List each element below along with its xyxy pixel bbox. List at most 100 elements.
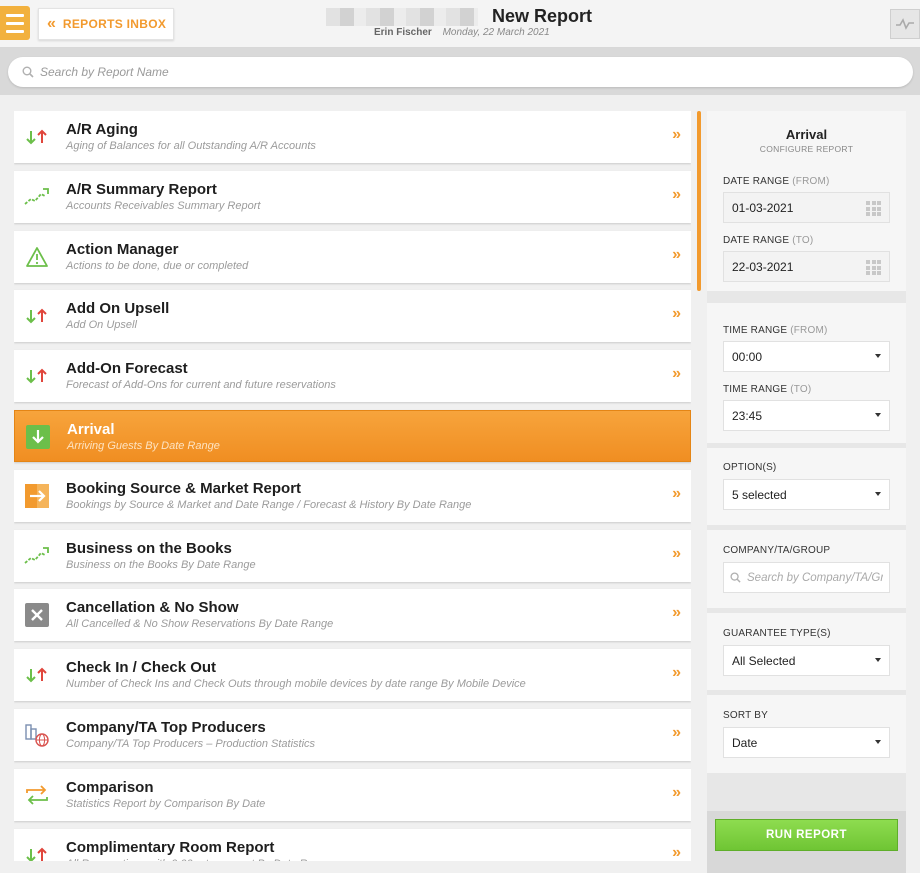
time-to-value: 23:45	[732, 408, 763, 423]
hamburger-menu-icon[interactable]	[0, 6, 30, 40]
config-title: Arrival	[785, 127, 828, 142]
time-to-select[interactable]: 23:45	[723, 400, 890, 431]
options-select[interactable]: 5 selected	[723, 479, 890, 510]
options-label: OPTION(S)	[723, 462, 777, 473]
report-description: Business on the Books By Date Range	[66, 558, 256, 571]
dropdown-caret-icon	[875, 492, 881, 496]
page-title: New Report	[492, 6, 593, 26]
time-to-label: TIME RANGE (TO)	[723, 384, 812, 395]
report-list-item[interactable]: Add-On Forecast Forecast of Add-Ons for c…	[14, 350, 691, 403]
report-list-item[interactable]: Complimentary Room Report All Reservation…	[14, 828, 691, 861]
report-search-bar[interactable]	[8, 57, 913, 87]
report-search-input[interactable]	[40, 65, 880, 79]
report-name: Company/TA Top Producers	[66, 719, 266, 736]
double-chevron-right-icon[interactable]: »	[672, 545, 681, 563]
double-chevron-right-icon[interactable]: »	[672, 126, 681, 144]
list-scrollbar[interactable]	[697, 111, 701, 291]
company-search-field[interactable]: Search by Company/TA/Group	[723, 562, 890, 593]
report-name: Action Manager	[66, 240, 179, 258]
date-from-field[interactable]: 01-03-2021	[723, 192, 890, 223]
double-chevron-right-icon[interactable]: »	[672, 664, 681, 682]
time-from-value: 00:00	[732, 349, 763, 364]
time-from-select[interactable]: 00:00	[723, 341, 890, 372]
cancel-x-icon	[24, 602, 50, 628]
report-list-item[interactable]: Add On Upsell Add On Upsell »	[14, 290, 691, 343]
date-to-label: DATE RANGE (TO)	[723, 235, 814, 246]
up-down-arrows-icon	[24, 363, 50, 389]
report-list-item[interactable]: Arrival Arriving Guests By Date Range	[14, 410, 691, 462]
report-description: Number of Check Ins and Check Outs throu…	[66, 678, 526, 691]
company-section: COMPANY/TA/GROUP Search by Company/TA/Gr…	[707, 530, 906, 608]
run-report-bar: RUN REPORT	[707, 811, 906, 873]
report-list-item[interactable]: Booking Source & Market Report Bookings b…	[14, 469, 691, 522]
guarantee-label: GUARANTEE TYPE(S)	[723, 628, 831, 639]
booking-source-icon	[24, 483, 50, 509]
report-list[interactable]: A/R Aging Aging of Balances for all Outst…	[14, 111, 691, 861]
report-list-item[interactable]: Company/TA Top Producers Company/TA Top P…	[14, 709, 691, 761]
double-chevron-right-icon[interactable]: »	[672, 485, 681, 503]
double-chevron-right-icon[interactable]: »	[672, 186, 681, 204]
report-description: Actions to be done, due or completed	[66, 259, 249, 272]
search-icon	[730, 572, 741, 583]
report-description: Arriving Guests By Date Range	[67, 440, 220, 452]
up-down-arrows-icon	[24, 303, 50, 329]
double-chevron-right-icon[interactable]: »	[672, 246, 681, 264]
guarantee-value: All Selected	[732, 653, 796, 668]
report-description: Statistics Report by Comparison By Date	[66, 797, 266, 810]
double-chevron-right-icon[interactable]: »	[672, 844, 681, 861]
report-name: A/R Aging	[66, 121, 138, 138]
report-name: Check In / Check Out	[66, 659, 217, 677]
report-list-item[interactable]: A/R Summary Report Accounts Receivables S…	[14, 170, 691, 223]
options-section: OPTION(S) 5 selected	[707, 448, 906, 525]
configure-report-panel: Arrival CONFIGURE REPORT DATE RANGE (FRO…	[707, 111, 906, 873]
date-to-field[interactable]: 22-03-2021	[723, 251, 890, 282]
double-chevron-right-icon[interactable]: »	[672, 604, 681, 622]
up-down-arrows-icon	[24, 662, 50, 688]
report-description: All Reservations with 0.00 rate amount B…	[66, 858, 332, 861]
calendar-grid-icon[interactable]	[866, 201, 881, 216]
user-name: Erin Fischer	[374, 27, 432, 38]
time-range-section: TIME RANGE (FROM) 00:00 TIME RANGE (TO) …	[707, 303, 906, 443]
report-description: Aging of Balances for all Outstanding A/…	[66, 140, 316, 152]
double-chevron-right-icon[interactable]: »	[672, 365, 681, 383]
up-down-arrows-icon	[24, 124, 50, 150]
trend-chart-icon	[24, 543, 50, 569]
content-area: A/R Aging Aging of Balances for all Outst…	[0, 95, 920, 873]
activity-pulse-icon[interactable]	[890, 9, 920, 39]
search-icon	[22, 66, 34, 78]
double-chevron-right-icon[interactable]: »	[672, 784, 681, 802]
double-chevron-right-icon[interactable]: »	[672, 305, 681, 323]
header-subline: Erin Fischer Monday, 22 March 2021	[374, 27, 550, 38]
report-list-item[interactable]: Business on the Books Business on the Boo…	[14, 529, 691, 582]
report-list-item[interactable]: Comparison Statistics Report by Compariso…	[14, 768, 691, 821]
double-chevron-right-icon[interactable]: »	[672, 724, 681, 742]
report-list-item[interactable]: A/R Aging Aging of Balances for all Outst…	[14, 111, 691, 163]
report-description: All Cancelled & No Show Reservations By …	[66, 618, 334, 631]
time-from-label: TIME RANGE (FROM)	[723, 325, 828, 336]
top-bar: « REPORTS INBOX New Report Erin Fischer …	[0, 0, 920, 48]
report-list-item[interactable]: Check In / Check Out Number of Check Ins …	[14, 649, 691, 702]
calendar-grid-icon[interactable]	[866, 260, 881, 275]
report-name: Complimentary Room Report	[66, 838, 275, 856]
report-name: Comparison	[66, 778, 154, 796]
sort-select[interactable]: Date	[723, 727, 890, 758]
date-from-value: 01-03-2021	[732, 200, 794, 215]
sort-value: Date	[732, 735, 758, 750]
report-name: Business on the Books	[66, 539, 232, 557]
dropdown-caret-icon	[875, 658, 881, 662]
trend-chart-icon	[24, 184, 50, 210]
reports-inbox-button[interactable]: « REPORTS INBOX	[38, 8, 174, 40]
report-description: Company/TA Top Producers – Production St…	[66, 738, 316, 750]
dropdown-caret-icon	[875, 354, 881, 358]
run-report-button[interactable]: RUN REPORT	[715, 819, 898, 851]
report-name: Arrival	[67, 421, 115, 438]
report-description: Forecast of Add-Ons for current and futu…	[66, 379, 336, 392]
up-down-arrows-icon	[24, 842, 50, 861]
config-header-section: Arrival CONFIGURE REPORT DATE RANGE (FRO…	[707, 111, 906, 291]
report-list-item[interactable]: Action Manager Actions to be done, due or…	[14, 230, 691, 283]
report-name: Booking Source & Market Report	[66, 479, 302, 497]
current-date: Monday, 22 March 2021	[442, 27, 550, 38]
report-list-item[interactable]: Cancellation & No Show All Cancelled & No…	[14, 589, 691, 642]
guarantee-select[interactable]: All Selected	[723, 645, 890, 676]
report-name: Add-On Forecast	[66, 360, 188, 378]
